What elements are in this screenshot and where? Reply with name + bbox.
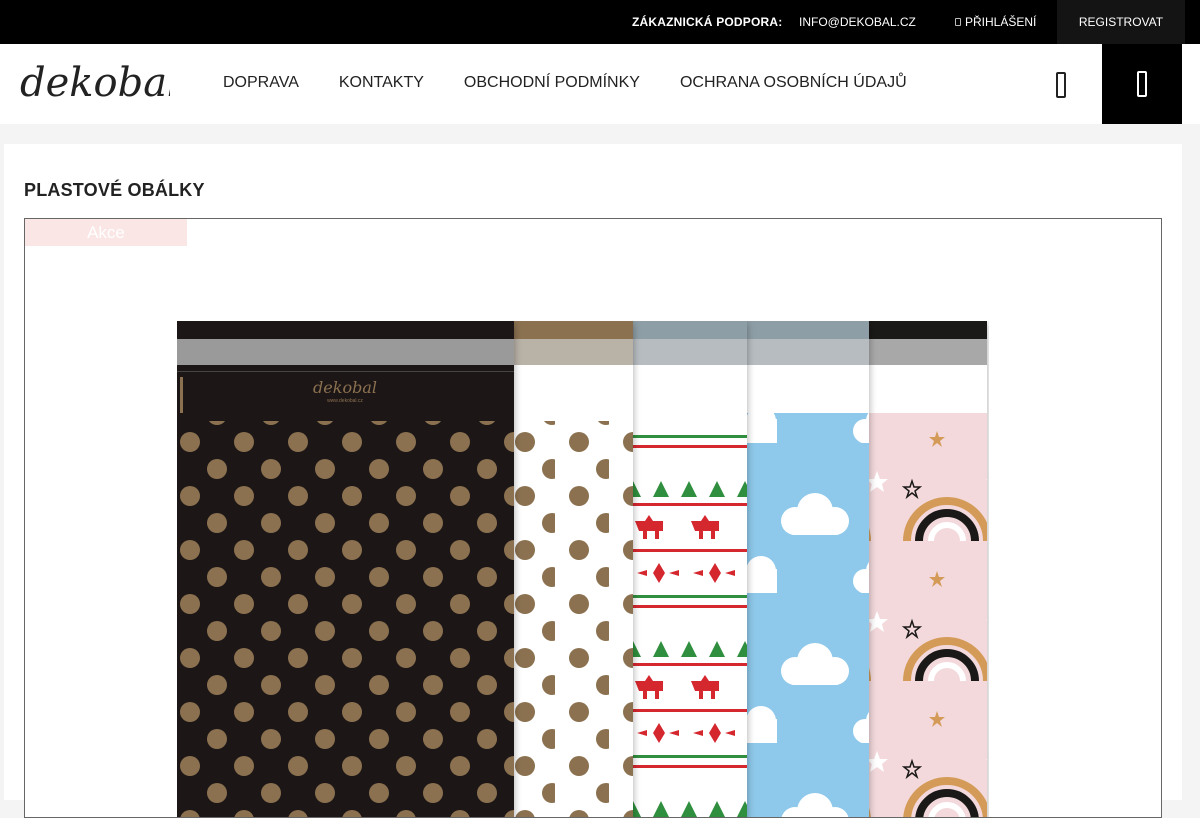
cart-button[interactable]: [1102, 44, 1182, 124]
nav-item-kontakty[interactable]: KONTAKTY: [339, 74, 424, 92]
envelope-white-dots: [514, 321, 633, 817]
envelope-logo: dekobal: [313, 378, 377, 397]
user-icon: [955, 18, 961, 26]
login-link[interactable]: PŘIHLÁŠENÍ: [955, 15, 1036, 29]
site-logo[interactable]: dekobal: [20, 54, 180, 114]
envelope-black-dots: dekobal www.dekobal.cz: [177, 321, 514, 817]
logo-text: dekobal: [20, 60, 170, 106]
nav-item-obchodni-podminky[interactable]: OBCHODNÍ PODMÍNKY: [464, 74, 640, 92]
search-icon: [1056, 72, 1066, 98]
login-label: PŘIHLÁŠENÍ: [965, 15, 1037, 29]
support-email-link[interactable]: INFO@DEKOBAL.CZ: [799, 15, 916, 29]
sale-badge: Akce: [25, 219, 187, 246]
top-bar: ZÁKAZNICKÁ PODPORA: INFO@DEKOBAL.CZ PŘIH…: [0, 0, 1200, 44]
product-card[interactable]: Akce dekobal www.dekobal.cz: [24, 218, 1162, 818]
main-nav: DOPRAVA KONTAKTY OBCHODNÍ PODMÍNKY OCHRA…: [223, 74, 907, 92]
page-title: PLASTOVÉ OBÁLKY: [24, 180, 205, 200]
register-button[interactable]: REGISTROVAT: [1057, 0, 1185, 44]
nav-item-ochrana-udaju[interactable]: OCHRANA OSOBNÍCH ÚDAJŮ: [680, 74, 907, 92]
envelope-clouds: [747, 321, 869, 817]
nav-item-doprava[interactable]: DOPRAVA: [223, 74, 299, 92]
envelope-url: www.dekobal.cz: [327, 398, 363, 404]
cart-icon: [1137, 71, 1147, 97]
envelope-pink: [869, 321, 987, 817]
main-content: PLASTOVÉ OBÁLKY Akce dekobal www.dekobal…: [4, 144, 1182, 818]
support-label: ZÁKAZNICKÁ PODPORA:: [632, 15, 783, 29]
envelope-christmas: [633, 321, 747, 817]
search-button[interactable]: [1040, 66, 1082, 104]
site-header: dekobal DOPRAVA KONTAKTY OBCHODNÍ PODMÍN…: [0, 44, 1200, 124]
product-image[interactable]: dekobal www.dekobal.cz: [177, 321, 989, 818]
logo-icon: dekobal: [20, 60, 180, 106]
